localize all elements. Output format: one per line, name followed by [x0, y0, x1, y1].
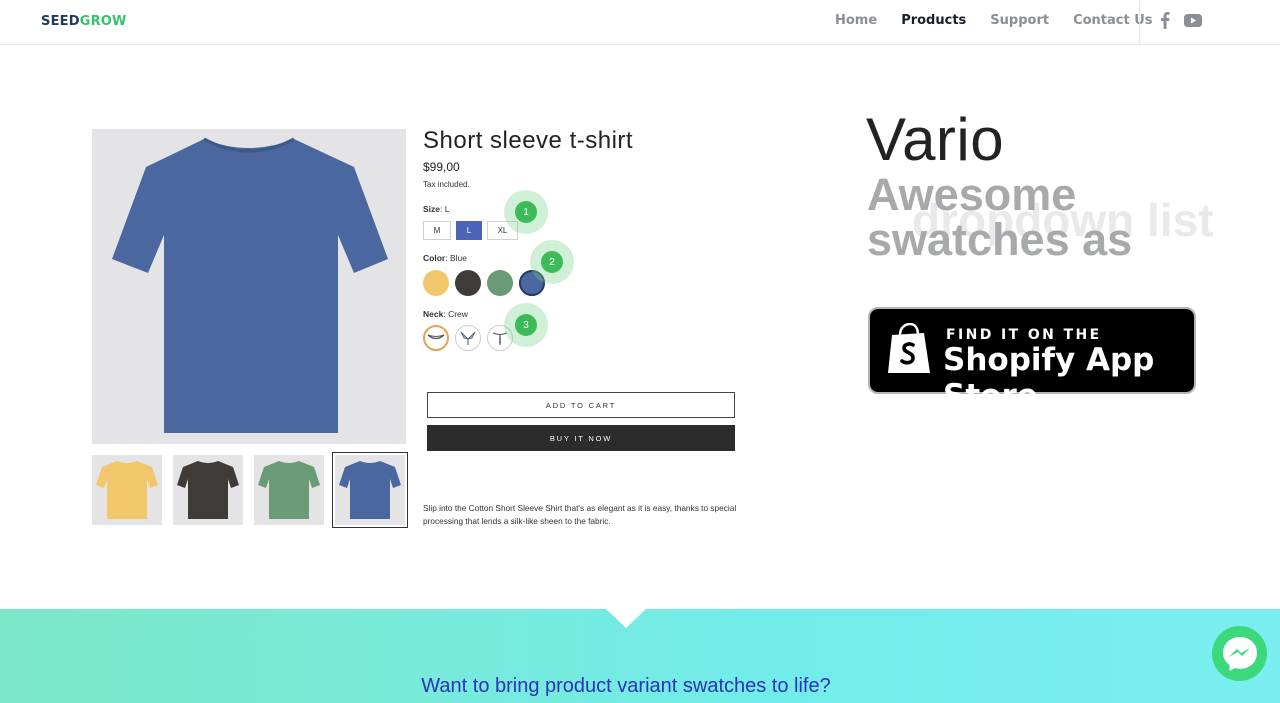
- thumbnail-strip: [92, 452, 408, 528]
- badge-line1: FIND IT ON THE: [946, 327, 1102, 343]
- size-selector: M L XL: [423, 221, 518, 240]
- product-price: $99,00: [423, 160, 460, 174]
- nav-contact-us[interactable]: Contact Us: [1073, 13, 1152, 28]
- neck-option-polo[interactable]: [455, 325, 481, 351]
- tax-note: Tax included.: [423, 180, 470, 189]
- thumbnail-blue[interactable]: [332, 452, 408, 528]
- hero-subtitle: Awesome swatches as: [867, 169, 1133, 265]
- messenger-icon: [1222, 636, 1257, 671]
- nav-support[interactable]: Support: [990, 13, 1049, 28]
- neck-selector: [423, 325, 513, 351]
- product-main-image[interactable]: [92, 129, 406, 444]
- neck-label: Neck: Crew: [423, 309, 468, 319]
- color-label: Color: Blue: [423, 253, 467, 263]
- size-option-m[interactable]: M: [423, 221, 451, 240]
- neck-option-crew[interactable]: [423, 325, 449, 351]
- shopify-bag-icon: [888, 323, 930, 373]
- buy-it-now-button[interactable]: BUY IT NOW: [427, 425, 735, 451]
- nav-home[interactable]: Home: [835, 13, 877, 28]
- badge-line2: Shopify App Store: [943, 342, 1155, 414]
- product-title: Short sleeve t-shirt: [423, 127, 634, 154]
- top-nav: SEEDGROW Home Products Support Contact U…: [0, 0, 1280, 45]
- polo-collar-icon: [460, 331, 476, 345]
- facebook-icon[interactable]: [1160, 11, 1170, 34]
- color-swatch-yellow[interactable]: [423, 270, 449, 296]
- color-selector: [423, 270, 545, 296]
- size-option-l[interactable]: L: [456, 221, 482, 240]
- logo-part1: SEED: [41, 14, 80, 29]
- thumbnail-yellow[interactable]: [92, 455, 162, 525]
- size-label: Size: L: [423, 204, 450, 214]
- crew-neck-icon: [427, 334, 445, 340]
- cta-band-text: Want to bring product variant swatches t…: [421, 675, 831, 697]
- main-menu: Home Products Support Contact Us: [835, 13, 1153, 28]
- youtube-icon[interactable]: [1184, 13, 1202, 32]
- color-swatch-green[interactable]: [487, 270, 513, 296]
- step-marker-3: 3: [504, 303, 548, 347]
- band-notch: [606, 609, 646, 628]
- social-links: [1160, 11, 1202, 34]
- logo[interactable]: SEEDGROW: [41, 14, 127, 29]
- step-marker-2: 2: [530, 240, 574, 284]
- nav-products[interactable]: Products: [901, 13, 966, 28]
- hero-title: Vario: [866, 106, 1005, 173]
- messenger-chat-button[interactable]: [1212, 626, 1267, 681]
- step-marker-1: 1: [504, 190, 548, 234]
- color-swatch-dark[interactable]: [455, 270, 481, 296]
- tshirt-image: [112, 137, 388, 433]
- product-description: Slip into the Cotton Short Sleeve Shirt …: [423, 503, 737, 526]
- thumbnail-green[interactable]: [254, 455, 324, 525]
- add-to-cart-button[interactable]: ADD TO CART: [427, 392, 735, 418]
- shopify-app-store-badge[interactable]: FIND IT ON THE Shopify App Store: [868, 307, 1196, 414]
- nav-divider: [1139, 0, 1140, 45]
- thumbnail-dark[interactable]: [173, 455, 243, 525]
- logo-part2: GROW: [79, 14, 127, 29]
